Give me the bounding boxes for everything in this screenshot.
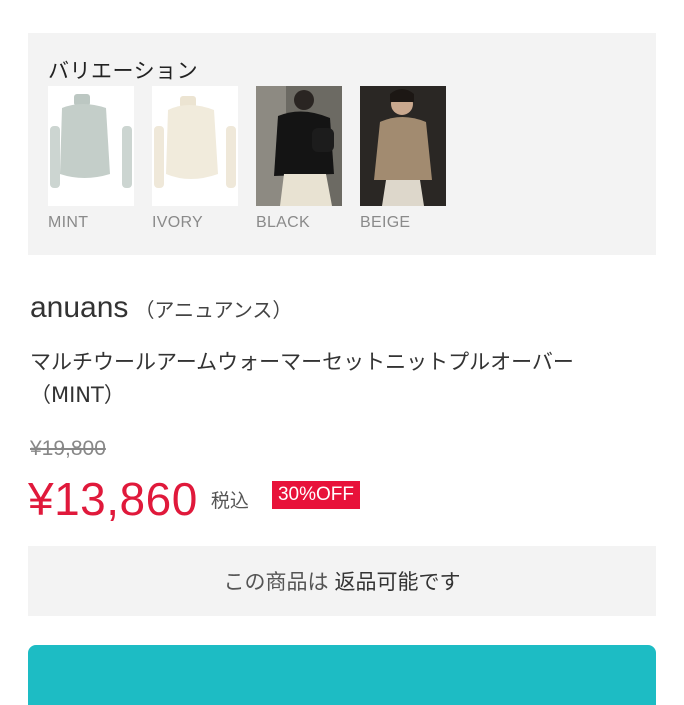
variation-title: バリエーション [48,59,199,83]
return-policy-status: 返品可能です [334,570,461,594]
return-policy-prefix: この商品は [223,570,329,594]
brand-kana: （アニュアンス） [134,300,293,322]
variation-item-beige[interactable]: BEIGE [360,86,446,232]
beige-product-image [360,86,446,206]
product-name: マルチウールアームウォーマーセットニットプルオーバー（MINT） [30,350,574,407]
brand-heading[interactable]: anuans （アニュアンス） [30,291,292,325]
variation-item-ivory[interactable]: IVORY [152,86,238,232]
variation-item-mint[interactable]: MINT [48,86,134,232]
variation-label: BLACK [256,214,310,231]
price-row: ¥13,860 税込 30%OFF [28,472,361,526]
variation-item-black[interactable]: BLACK [256,86,342,232]
mint-product-image [48,86,134,206]
discount-badge: 30%OFF [271,481,361,509]
variation-label: IVORY [152,214,203,231]
ivory-product-image [152,86,238,206]
tax-label: 税込 [210,489,249,512]
variation-label: BEIGE [360,214,411,231]
variation-panel: バリエーション MINT IVORY BLACK BEIGE [28,33,656,255]
add-to-cart-button[interactable] [28,645,656,705]
black-product-image [256,86,342,206]
brand-name[interactable]: anuans [30,291,128,324]
variation-label: MINT [48,214,89,231]
sale-price: ¥13,860 [28,473,198,525]
original-price: ¥19,800 [30,437,106,460]
return-policy-box: この商品は 返品可能です [28,546,656,616]
